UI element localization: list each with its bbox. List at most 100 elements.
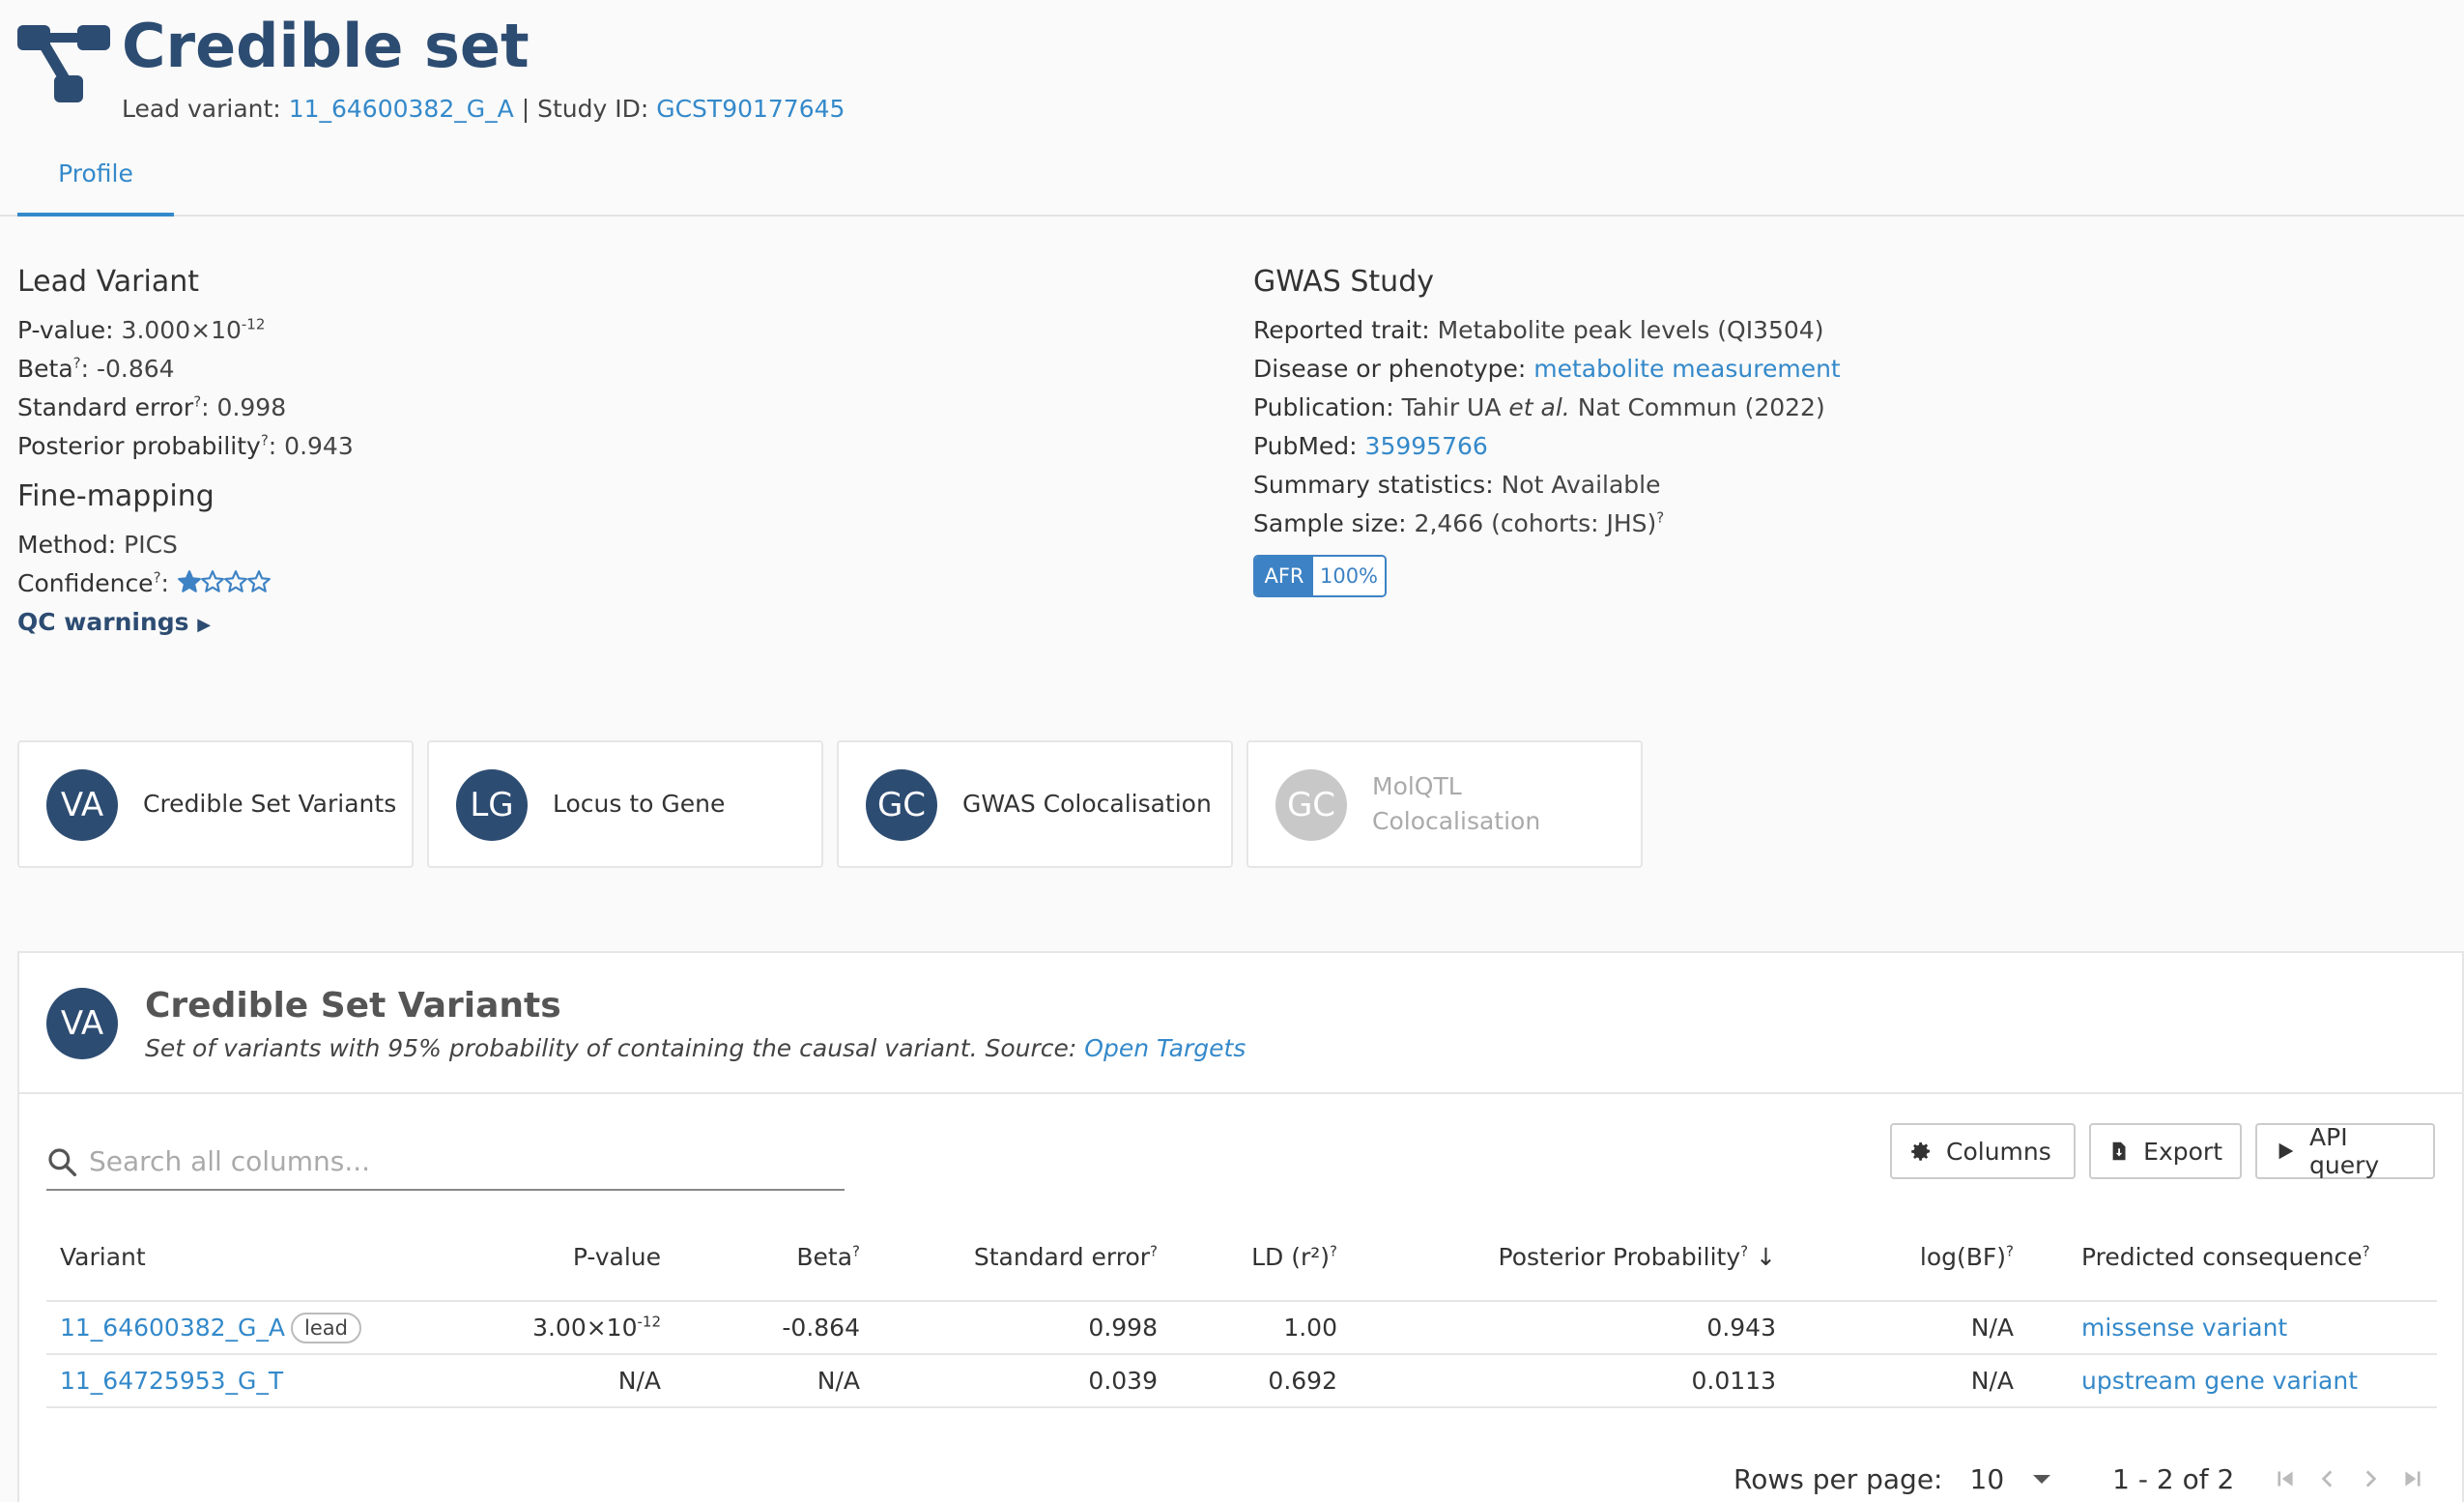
page-range: 1 - 2 of 2 [2112, 1462, 2235, 1495]
card-gwas-colocalisation[interactable]: GC GWAS Colocalisation [837, 740, 1233, 868]
pubmed-link[interactable]: 35995766 [1365, 432, 1488, 460]
consequence-link[interactable]: missense variant [2081, 1314, 2287, 1342]
pagination: Rows per page: 10 1 - 2 of 2 [1733, 1458, 2425, 1500]
lead-variant-link[interactable]: 11_64600382_G_A [289, 95, 514, 123]
column-header-posterior-probability[interactable]: Posterior Probability? ↓ [1351, 1214, 1790, 1302]
columns-button[interactable]: Columns [1890, 1123, 2076, 1179]
section-avatar: VA [46, 769, 118, 841]
table-header-row: Variant P-value Beta? Standard error? LD… [46, 1214, 2437, 1302]
credible-set-icon [17, 25, 110, 102]
standard-error-cell: 0.998 [874, 1301, 1171, 1355]
beta-cell: N/A [674, 1354, 874, 1408]
column-header-ld[interactable]: LD (r²)? [1171, 1214, 1351, 1302]
section-avatar: LG [456, 769, 528, 841]
tab-bar: Profile [0, 145, 2464, 217]
help-icon[interactable]: ? [73, 355, 81, 372]
search-icon [48, 1148, 77, 1177]
star-outline-icon [247, 570, 271, 592]
search-box [46, 1133, 845, 1191]
tab-profile[interactable]: Profile [17, 145, 174, 217]
previous-page-icon[interactable] [2315, 1466, 2340, 1491]
beta-field: Beta?: -0.864 [17, 354, 175, 383]
card-label: GWAS Colocalisation [962, 790, 1212, 818]
table-row: 11_64725953_G_T N/A N/A 0.039 0.692 0.01… [46, 1354, 2437, 1408]
table-row: 11_64600382_G_A lead 3.00×10-12 -0.864 0.… [46, 1301, 2437, 1355]
gwas-study-title: GWAS Study [1253, 265, 1434, 299]
widget-header: VA Credible Set Variants Set of variants… [19, 953, 2464, 1094]
disease-link[interactable]: metabolite measurement [1533, 355, 1840, 383]
variant-link[interactable]: 11_64725953_G_T [60, 1367, 283, 1395]
column-header-standard-error[interactable]: Standard error? [874, 1214, 1171, 1302]
chevron-down-icon[interactable] [2033, 1474, 2051, 1484]
last-page-icon[interactable] [2400, 1466, 2425, 1491]
column-header-variant[interactable]: Variant [46, 1214, 462, 1302]
play-icon [2278, 1142, 2294, 1160]
api-query-button[interactable]: API query [2255, 1123, 2435, 1179]
posterior-probability-cell: 0.943 [1351, 1301, 1790, 1355]
page-title: Credible set [122, 11, 530, 81]
star-filled-icon [178, 570, 201, 592]
star-outline-icon [201, 570, 224, 592]
help-icon[interactable]: ? [193, 393, 201, 411]
help-icon[interactable]: ? [154, 569, 161, 587]
reported-trait-field: Reported trait: Metabolite peak levels (… [1253, 316, 1824, 344]
logbf-cell: N/A [1790, 1301, 2027, 1355]
export-button[interactable]: Export [2089, 1123, 2242, 1179]
file-export-icon [2112, 1141, 2126, 1161]
help-icon[interactable]: ? [261, 432, 269, 449]
confidence-field: Confidence?: [17, 564, 354, 603]
card-locus-to-gene[interactable]: LG Locus to Gene [427, 740, 823, 868]
variants-table: Variant P-value Beta? Standard error? LD… [46, 1214, 2437, 1408]
study-id-label: Study ID: [537, 95, 649, 123]
card-label: MolQTL Colocalisation [1372, 772, 1541, 835]
standard-error-field: Standard error?: 0.998 [17, 392, 287, 421]
section-avatar: VA [46, 988, 118, 1059]
variant-link[interactable]: 11_64600382_G_A [60, 1314, 285, 1342]
consequence-link[interactable]: upstream gene variant [2081, 1367, 2358, 1395]
ancestry-badge[interactable]: AFR 100% [1253, 555, 1387, 597]
summary-statistics-field: Summary statistics: Not Available [1253, 471, 1661, 499]
pvalue-field: P-value: 3.000×10-12 [17, 315, 266, 344]
posterior-probability-field: Posterior probability?: 0.943 [17, 431, 354, 460]
study-id-link[interactable]: GCST90177645 [656, 95, 845, 123]
disease-field: Disease or phenotype: metabolite measure… [1253, 355, 1841, 383]
standard-error-cell: 0.039 [874, 1354, 1171, 1408]
pagination-nav [2273, 1466, 2425, 1491]
qc-warnings-toggle[interactable]: QC warnings ▶ [17, 603, 354, 642]
section-avatar: GC [1275, 769, 1347, 841]
gear-icon [1911, 1142, 1930, 1161]
source-link[interactable]: Open Targets [1084, 1034, 1246, 1062]
sort-descending-icon[interactable]: ↓ [1756, 1243, 1776, 1271]
lead-variant-label: Lead variant: [122, 95, 281, 123]
publication-field: Publication: Tahir UA et al. Nat Commun … [1253, 393, 1825, 421]
method-field: Method: PICS [17, 531, 178, 559]
credible-set-variants-widget: VA Credible Set Variants Set of variants… [17, 951, 2464, 1502]
search-input[interactable] [89, 1139, 833, 1183]
lead-variant-title: Lead Variant [17, 265, 200, 299]
rows-per-page-select[interactable]: 10 [1970, 1463, 2005, 1495]
confidence-stars [177, 567, 271, 606]
card-credible-set-variants[interactable]: VA Credible Set Variants [17, 740, 414, 868]
posterior-probability-cell: 0.0113 [1351, 1354, 1790, 1408]
page-subtitle: Lead variant: 11_64600382_G_A | Study ID… [122, 95, 845, 123]
help-icon[interactable]: ? [1656, 509, 1664, 527]
card-label: Locus to Gene [553, 790, 726, 818]
fine-mapping-title: Fine-mapping [17, 479, 215, 513]
card-label: Credible Set Variants [143, 790, 397, 818]
star-outline-icon [224, 570, 247, 592]
gwas-study-panel: GWAS Study Reported trait: Metabolite pe… [1253, 263, 1841, 597]
pubmed-field: PubMed: 35995766 [1253, 432, 1488, 460]
ld-cell: 1.00 [1171, 1301, 1351, 1355]
column-header-logbf[interactable]: log(BF)? [1790, 1214, 2027, 1302]
column-header-predicted-consequence[interactable]: Predicted consequence? [2027, 1214, 2437, 1302]
ld-cell: 0.692 [1171, 1354, 1351, 1408]
next-page-icon[interactable] [2358, 1466, 2383, 1491]
lead-variant-panel: Lead Variant P-value: 3.000×10-12 Beta?:… [17, 263, 354, 642]
separator: | [521, 95, 530, 123]
column-header-beta[interactable]: Beta? [674, 1214, 874, 1302]
pvalue-cell: 3.00×10-12 [462, 1301, 674, 1355]
widget-description: Set of variants with 95% probability of … [145, 1034, 1246, 1062]
column-header-pvalue[interactable]: P-value [462, 1214, 674, 1302]
widget-title: Credible Set Variants [145, 986, 561, 1025]
first-page-icon[interactable] [2273, 1466, 2298, 1491]
